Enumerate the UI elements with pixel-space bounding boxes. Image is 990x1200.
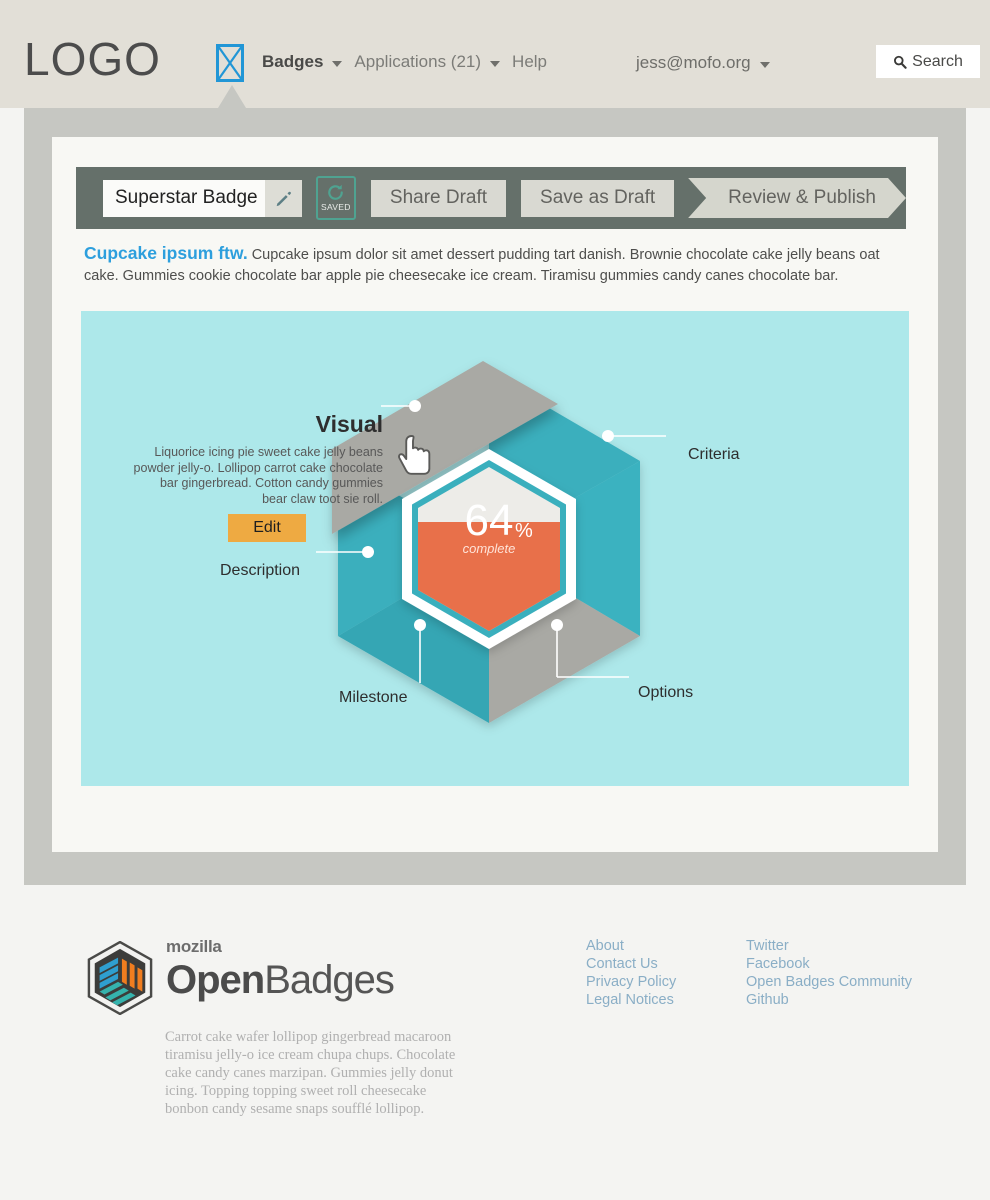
edit-visual-button[interactable]: Edit <box>228 514 306 542</box>
search-label: Search <box>912 52 963 70</box>
active-tab-pointer <box>218 85 246 108</box>
footer-link-facebook[interactable]: Facebook <box>746 955 912 973</box>
badge-toolbar: Superstar Badge SAVED Share Draft Save a… <box>76 167 906 229</box>
edit-title-button[interactable] <box>264 179 302 217</box>
footer-paragraph: Carrot cake wafer lollipop gingerbread m… <box>165 1029 456 1117</box>
nav-item-applications[interactable]: Applications (21) <box>354 52 487 72</box>
search-icon <box>894 55 907 69</box>
user-menu[interactable]: jess@mofo.org <box>636 53 782 73</box>
label-criteria[interactable]: Criteria <box>688 446 740 464</box>
brand-open: Open <box>166 958 265 1002</box>
search-button[interactable]: Search <box>876 45 980 78</box>
nav-item-help[interactable]: Help <box>512 52 553 72</box>
footer-link-legal-notices[interactable]: Legal Notices <box>586 991 676 1009</box>
pencil-icon <box>276 191 291 206</box>
chevron-down-icon[interactable] <box>759 62 770 68</box>
progress-percent-sign: % <box>515 520 533 542</box>
chevron-down-icon[interactable] <box>490 61 501 67</box>
saved-label: SAVED <box>320 202 351 212</box>
badge-progress-infographic: 64 % complete Visual Liquorice icing pie… <box>81 311 909 786</box>
user-email-label[interactable]: jess@mofo.org <box>636 53 757 73</box>
label-description[interactable]: Description <box>220 562 300 580</box>
review-publish-button[interactable]: Review & Publish <box>688 178 906 218</box>
visual-title: Visual <box>315 411 383 437</box>
nav-item-badges[interactable]: Badges <box>262 52 329 72</box>
open-badges-wordmark: mozilla OpenBadges <box>166 937 395 1003</box>
footer-links-column-1: About Contact Us Privacy Policy Legal No… <box>586 937 676 1009</box>
brand-badges: Badges <box>264 958 395 1002</box>
footer-link-privacy-policy[interactable]: Privacy Policy <box>586 973 676 991</box>
intro-lede: Cupcake ipsum ftw. <box>84 243 248 263</box>
placeholder-image-icon <box>216 44 244 82</box>
open-badges-hexagon-logo-icon <box>87 941 153 1015</box>
footer-link-twitter[interactable]: Twitter <box>746 937 912 955</box>
site-logo[interactable]: LOGO <box>24 32 161 86</box>
progress-percent-value: 64 <box>465 496 514 545</box>
hexagon-diagram: 64 % complete <box>316 361 666 723</box>
label-options[interactable]: Options <box>638 684 693 702</box>
chevron-down-icon[interactable] <box>332 61 343 67</box>
footer-link-about[interactable]: About <box>586 937 676 955</box>
refresh-icon <box>328 184 344 200</box>
footer-link-contact-us[interactable]: Contact Us <box>586 955 676 973</box>
top-navbar: LOGO Badges Applications (21) Help jess@… <box>0 0 990 108</box>
saved-status-badge: SAVED <box>315 176 356 220</box>
visual-section: Visual Liquorice icing pie sweet cake je… <box>133 411 383 507</box>
footer-link-github[interactable]: Github <box>746 991 912 1009</box>
mozilla-label: mozilla <box>166 937 222 956</box>
site-footer: mozilla OpenBadges Carrot cake wafer lol… <box>0 885 990 1200</box>
badge-title-value: Superstar Badge <box>115 187 258 208</box>
nav-menu: Badges Applications (21) Help <box>262 52 553 72</box>
footer-link-open-badges-community[interactable]: Open Badges Community <box>746 973 912 991</box>
progress-caption: complete <box>463 541 516 556</box>
visual-description: Liquorice icing pie sweet cake jelly bea… <box>133 445 383 506</box>
save-as-draft-button[interactable]: Save as Draft <box>521 179 675 217</box>
intro-paragraph: Cupcake ipsum ftw. Cupcake ipsum dolor si… <box>84 243 896 287</box>
footer-links-column-2: Twitter Facebook Open Badges Community G… <box>746 937 912 1009</box>
share-draft-button[interactable]: Share Draft <box>370 179 507 217</box>
label-milestone[interactable]: Milestone <box>339 689 407 707</box>
badge-title-field[interactable]: Superstar Badge <box>103 179 302 217</box>
